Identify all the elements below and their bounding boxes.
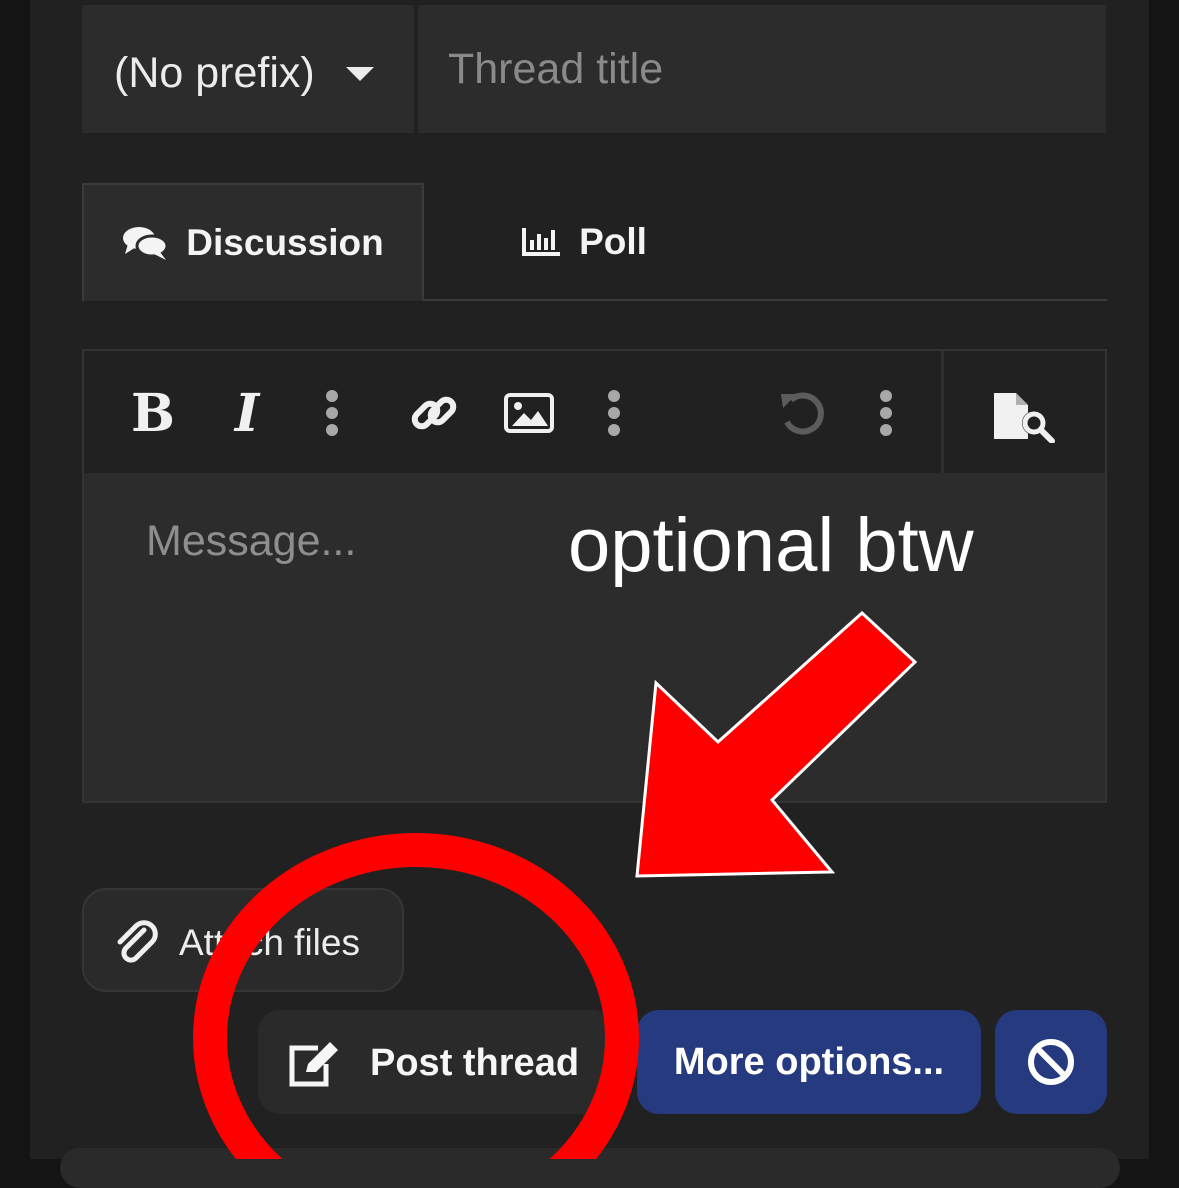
editor-toolbar: B I xyxy=(84,351,1105,473)
image-button[interactable] xyxy=(500,385,558,441)
thread-title-input[interactable] xyxy=(418,5,1106,133)
message-placeholder: Message... xyxy=(146,517,357,565)
paperclip-icon xyxy=(117,920,158,963)
annotation-text: optional btw xyxy=(568,503,974,588)
bold-icon: B xyxy=(131,382,175,444)
post-thread-button[interactable]: Post thread xyxy=(258,1010,614,1114)
image-icon xyxy=(504,393,554,433)
toolbar-separator xyxy=(941,351,944,473)
more-history-options-button[interactable] xyxy=(864,385,908,441)
bottom-card xyxy=(60,1148,1120,1188)
tab-discussion-label: Discussion xyxy=(186,222,384,263)
chart-bar-icon xyxy=(522,228,561,256)
ban-icon xyxy=(1028,1039,1074,1085)
link-icon xyxy=(411,396,457,430)
bold-button[interactable]: B xyxy=(124,382,182,444)
more-options-button[interactable]: More options... xyxy=(637,1010,981,1114)
edit-icon xyxy=(289,1042,338,1087)
tab-poll[interactable]: Poll xyxy=(426,185,742,299)
tab-discussion[interactable]: Discussion xyxy=(82,183,424,301)
more-vertical-icon xyxy=(326,390,338,436)
italic-icon: I xyxy=(234,382,260,444)
preview-button[interactable] xyxy=(984,385,1064,449)
prefix-select[interactable]: (No prefix) xyxy=(82,5,414,133)
more-text-options-button[interactable] xyxy=(310,385,354,441)
post-thread-label: Post thread xyxy=(370,1042,580,1084)
more-vertical-icon xyxy=(608,390,620,436)
attach-files-label: Attach files xyxy=(179,922,360,963)
prefix-label: (No prefix) xyxy=(114,49,315,97)
more-vertical-icon xyxy=(880,390,892,436)
cancel-button[interactable] xyxy=(995,1010,1107,1114)
preview-icon xyxy=(994,393,1055,443)
attach-files-button[interactable]: Attach files xyxy=(82,888,404,992)
undo-button[interactable] xyxy=(772,385,832,441)
italic-button[interactable]: I xyxy=(218,382,276,444)
tab-poll-label: Poll xyxy=(579,221,647,262)
undo-icon xyxy=(781,392,824,435)
more-insert-options-button[interactable] xyxy=(592,385,636,441)
more-options-label: More options... xyxy=(673,1040,945,1083)
comments-icon xyxy=(123,227,169,260)
caret-down-icon xyxy=(346,67,374,81)
link-button[interactable] xyxy=(406,385,462,441)
